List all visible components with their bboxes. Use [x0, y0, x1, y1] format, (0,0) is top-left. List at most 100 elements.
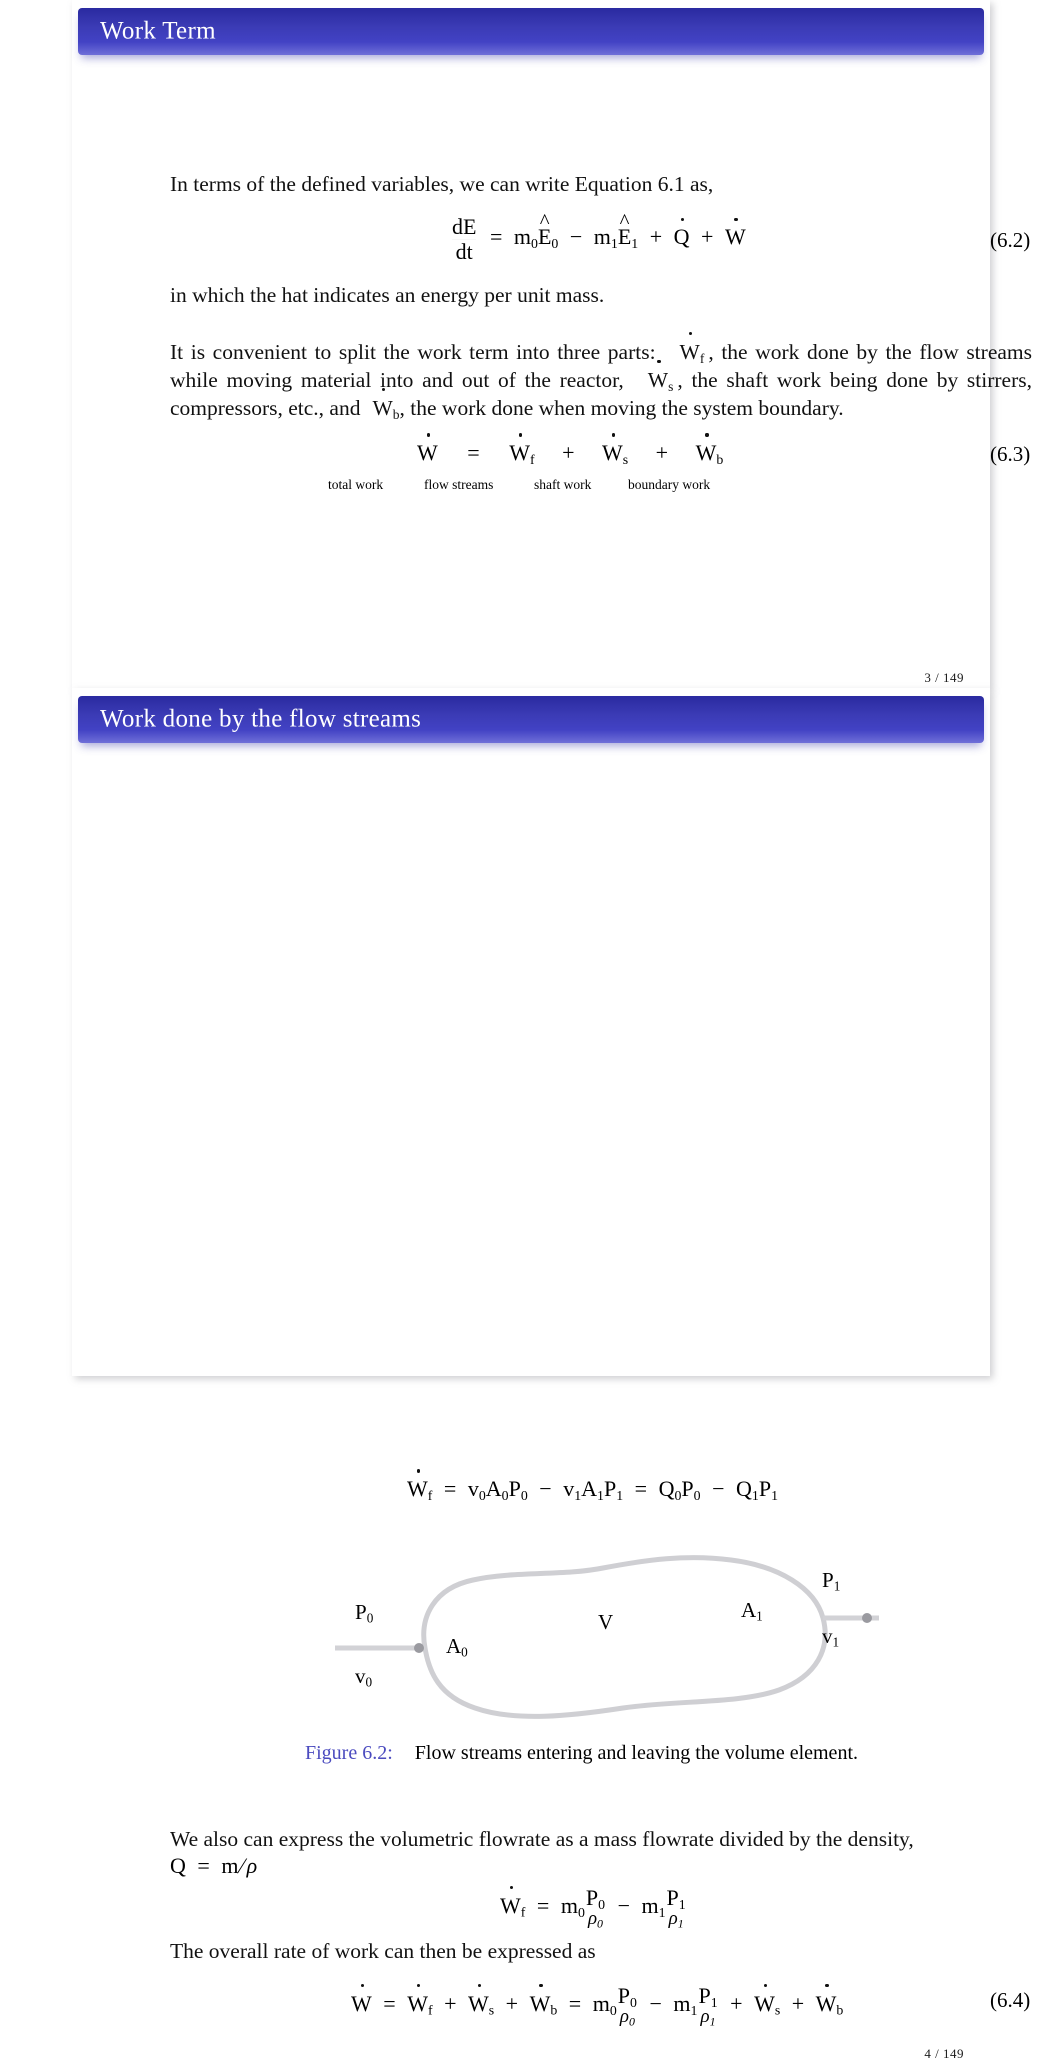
split-work-paragraph: It is convenient to split the work term … — [170, 331, 1032, 422]
m-symbol: m — [560, 1892, 578, 1918]
page-number-slide-1: 3 / 149 — [924, 670, 964, 685]
outlet-arrow-head — [862, 1613, 872, 1623]
de-dt-fraction: dE dt — [452, 215, 476, 264]
pressure-0b: P0 — [681, 1476, 700, 1502]
equals-sign: = — [489, 224, 503, 250]
v-subscript: 0 — [365, 1674, 373, 1690]
equation-6-2: dE dt = m0E0 − m1E1 + Q + W — [450, 215, 746, 264]
m-subscript: 1 — [658, 1904, 666, 1920]
plus-sign-2: + — [505, 1990, 519, 2016]
A-symbol: A — [485, 1476, 502, 1501]
eq-6-3-label-shaft-work: shaft work — [534, 477, 592, 492]
plus-sign-2: + — [701, 224, 714, 250]
figure-label-v1: v1 — [822, 1624, 839, 1649]
split-text-1: It is convenient to split the work term … — [170, 340, 656, 364]
E-subscript: 0 — [551, 236, 559, 252]
P-symbol: P — [508, 1476, 521, 1501]
m-symbol: m — [593, 224, 611, 250]
P-symbol: P — [603, 1476, 617, 1501]
eq-6-3-label-total-work: total work — [328, 477, 384, 492]
equals-sign: = — [197, 1853, 210, 1878]
pressure-density-ratio-0: P0 ρ0 — [586, 1886, 605, 1929]
figure-label-v0: v0 — [355, 1664, 372, 1689]
P-symbol: P — [355, 1600, 367, 1624]
E-symbol: E — [617, 224, 632, 250]
slide-title-bar: Work done by the flow streams — [78, 696, 984, 743]
equals-sign: = — [467, 440, 480, 465]
slide-title-bar: Work Term — [78, 8, 984, 55]
A-subscript: 0 — [461, 1644, 468, 1660]
v-symbol: v — [563, 1476, 575, 1501]
boundary-work-subscript: b — [716, 451, 724, 467]
volume-boundary-curve — [421, 1555, 828, 1719]
shaft-work-symbol: W — [602, 433, 623, 465]
mass-flow-1: m1 — [641, 1892, 666, 1920]
Ws-subscript: s — [488, 2002, 495, 2018]
volume-element-blob-svg — [335, 1555, 879, 1719]
mass-term-1: m1 — [593, 224, 618, 250]
equals-sign-2: = — [634, 1476, 648, 1501]
equals-sign: = — [536, 1892, 550, 1918]
slide-work-done-by-flow-streams: Work done by the flow streams Wf = v0A0P… — [72, 688, 1030, 2061]
minus-sign-2: − — [712, 1476, 725, 1501]
figure-label-A1: A1 — [741, 1598, 763, 1623]
Ws-inline-subscript: s — [668, 378, 674, 394]
P-symbol: P — [698, 1983, 711, 2008]
m-subscript: 1 — [690, 2002, 698, 2018]
A-symbol: A — [446, 1634, 462, 1658]
rho-symbol: ρ — [619, 2006, 629, 2028]
eq-6-3-label-boundary-work: boundary work — [628, 477, 711, 492]
m-subscript: 0 — [531, 236, 538, 252]
P-over: P1 — [667, 1886, 686, 1911]
P-over: P1 — [698, 1983, 717, 2009]
A-subscript: 0 — [501, 1487, 509, 1503]
P-over: P0 — [618, 1984, 637, 2009]
rho-under: ρ0 — [618, 2006, 637, 2028]
plus-sign-1: + — [444, 1990, 457, 2016]
A-symbol: A — [741, 1598, 757, 1622]
rho-symbol: ρ — [587, 1908, 598, 1930]
m-subscript: 0 — [577, 1904, 585, 1920]
slide-title: Work done by the flow streams — [100, 704, 422, 732]
page-number-slide-2: 4 / 149 — [924, 2046, 964, 2061]
Wf-subscript: f — [427, 1487, 433, 1503]
Wf-symbol: W — [407, 1469, 428, 1501]
plus-sign-4: + — [791, 1990, 805, 2016]
P-symbol: P — [681, 1476, 694, 1501]
velocity-1: v1 — [563, 1476, 581, 1502]
velocity-0: v0 — [468, 1476, 486, 1503]
slide-title: Work Term — [100, 16, 216, 44]
v-symbol: v — [355, 1664, 366, 1688]
slide-work-term: Work Term In terms of the defined variab… — [72, 0, 1032, 688]
Wb-subscript-2: b — [836, 2002, 844, 2018]
eq-6-3-label-flow-streams: flow streams — [424, 477, 494, 492]
equation-6-3: W = Wf + Ws + Wb — [417, 433, 724, 467]
de-numerator: dE — [452, 214, 477, 239]
boundary-work-symbol: W — [695, 433, 717, 465]
P-subscript: 1 — [833, 1578, 841, 1594]
figure-label-volume: V — [598, 1610, 614, 1634]
m-symbol: m — [641, 1892, 659, 1918]
area-0: A0 — [485, 1476, 509, 1503]
figure-caption-lead: Figure 6.2: — [305, 1742, 393, 1764]
Wf-inline-symbol: W — [679, 331, 700, 364]
Q-symbol: Q — [170, 1853, 186, 1878]
Ws-inline-symbol: W — [647, 359, 669, 392]
minus-sign: − — [569, 224, 583, 250]
Wb-symbol-2: W — [815, 1983, 837, 2016]
equation-flow-work: Wf = v0A0P0 − v1A1P1 = Q0P0 − Q1P1 — [407, 1469, 778, 1503]
area-1: A1 — [581, 1476, 604, 1503]
m-symbol: m — [513, 224, 531, 250]
P-symbol: P — [822, 1568, 834, 1592]
rho-under: ρ0 — [586, 1908, 605, 1930]
P-subscript: 1 — [616, 1487, 624, 1503]
A-subscript: 1 — [756, 1608, 763, 1624]
P-subscript: 0 — [520, 1487, 528, 1503]
flow-work-symbol: W — [509, 433, 530, 465]
rho-symbol: ρ — [700, 2006, 710, 2028]
A-subscript: 1 — [597, 1487, 604, 1503]
equation-flow-work-density: Wf = m0 P0 ρ0 − m1 P1 ρ1 — [500, 1885, 687, 1929]
figure-label-A0: A0 — [446, 1634, 468, 1659]
v-subscript: 0 — [478, 1487, 486, 1503]
A-symbol: A — [581, 1476, 598, 1501]
